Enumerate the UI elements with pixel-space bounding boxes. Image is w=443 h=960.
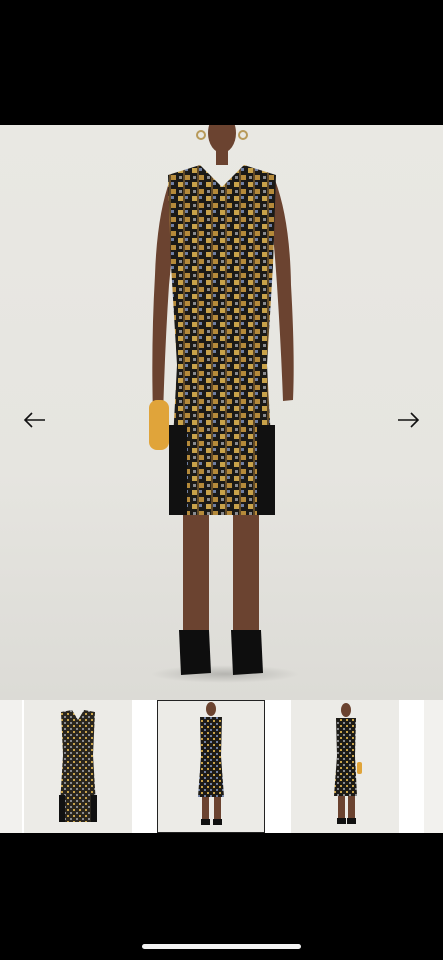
previous-image-button[interactable]: [20, 405, 50, 435]
home-indicator[interactable]: [142, 944, 301, 949]
dress-flat-thumbnail-image: [59, 710, 97, 822]
model-wearing-dress-image: [149, 125, 294, 675]
model-front-thumbnail-image: [198, 702, 224, 825]
thumbnail-model-side[interactable]: [291, 700, 399, 833]
arrow-left-icon: [23, 412, 45, 428]
arrow-right-icon: [398, 412, 420, 428]
thumbnail-strip[interactable]: [0, 700, 443, 833]
thumbnail-partial-right[interactable]: [424, 700, 443, 833]
next-image-button[interactable]: [393, 405, 423, 435]
top-black-bar: [0, 0, 443, 125]
product-image-viewer[interactable]: [0, 125, 443, 700]
thumbnail-dress-flat[interactable]: [24, 700, 132, 833]
thumbnail-model-front[interactable]: [157, 700, 265, 833]
thumbnail-partial-left[interactable]: [0, 700, 22, 833]
model-side-thumbnail-image: [334, 703, 362, 824]
bottom-black-bar: [0, 833, 443, 960]
